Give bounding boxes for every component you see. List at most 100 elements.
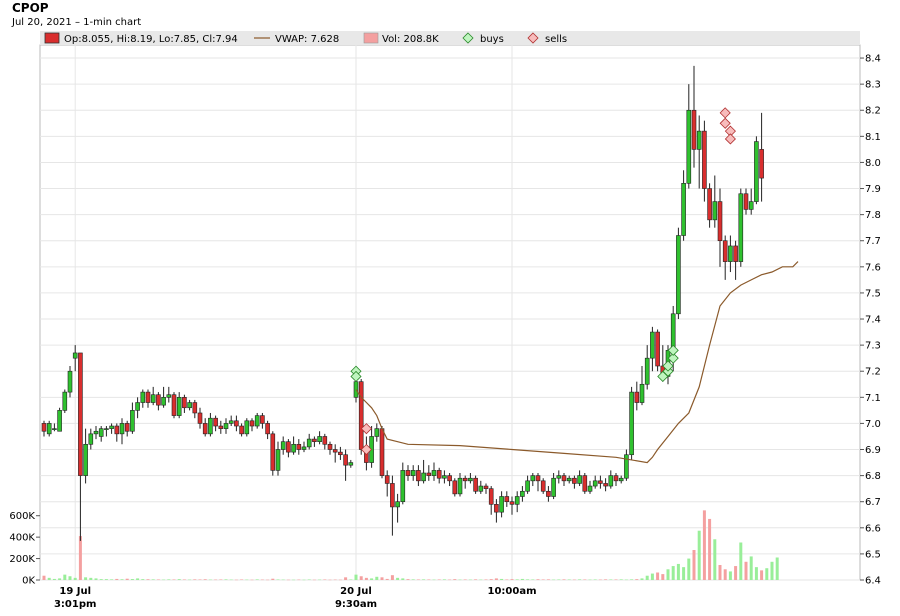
candle-body	[62, 391, 68, 411]
candle-body	[291, 443, 296, 453]
candle	[270, 431, 276, 476]
volume-bar	[614, 579, 618, 580]
candle-body	[457, 477, 463, 495]
price-tick-label: 7.1	[865, 393, 881, 404]
candle-body	[390, 483, 395, 508]
candle-body	[332, 449, 338, 453]
candle	[244, 418, 250, 437]
price-tick-label: 8.4	[865, 54, 881, 65]
candle-body	[265, 423, 270, 435]
legend-ohlc: Op:8.055, Hi:8.19, Lo:7.85, Cl:7.94	[64, 34, 238, 45]
price-tick-label: 6.4	[865, 576, 881, 587]
legend: Op:8.055, Hi:8.19, Lo:7.85, Cl:7.94 VWAP…	[40, 31, 860, 45]
volume-bar	[276, 579, 280, 580]
volume-bar	[396, 577, 400, 580]
volume-bar	[463, 579, 467, 580]
volume-bar	[713, 539, 717, 580]
candle-body	[171, 394, 177, 416]
volume-bar	[687, 558, 691, 580]
candle-body	[296, 443, 302, 450]
volume-bar	[489, 579, 493, 580]
candle-body	[353, 381, 359, 398]
volume-bar	[749, 556, 753, 580]
volume-bar	[47, 577, 51, 580]
time-label: 9:30am	[335, 599, 377, 610]
volume-bar	[411, 579, 415, 580]
candle-body	[686, 109, 692, 184]
volume-tick-label: 600K	[9, 511, 35, 522]
volume-bar	[416, 579, 420, 580]
candle-body	[436, 470, 442, 479]
candle-body	[478, 485, 484, 492]
volume-bar	[281, 579, 285, 581]
stock-chart[interactable]: 6.4 6.5 6.6 6.7 6.8 6.9 7.0 7.1 7.2 7.3 7.4 7.5 7.6 7…	[0, 0, 900, 616]
candle-body	[83, 443, 88, 476]
volume-bar	[344, 577, 348, 580]
candle	[629, 386, 634, 460]
candle-body	[488, 488, 494, 505]
legend-buys: buys	[480, 34, 504, 45]
candle-body	[468, 477, 473, 482]
volume-bar	[531, 579, 535, 580]
volume-bar	[702, 510, 706, 580]
volume-bar	[359, 576, 363, 580]
candle-body	[348, 462, 354, 466]
candle-body	[244, 420, 250, 435]
volume-bar	[661, 574, 665, 580]
price-tick-label: 6.8	[865, 471, 881, 482]
volume-bar	[562, 579, 566, 580]
volume-bar	[583, 579, 587, 580]
candle-body	[728, 245, 733, 262]
price-tick-label: 7.6	[865, 262, 881, 273]
volume-bar	[338, 579, 342, 581]
candle-body	[156, 394, 161, 406]
candle-body	[759, 149, 764, 179]
candle-body	[358, 381, 364, 450]
candle-body	[556, 475, 562, 479]
candle-body	[416, 470, 421, 482]
volume-bar	[635, 579, 639, 580]
volume-bar	[474, 579, 478, 580]
candle-body	[494, 504, 499, 513]
candle-body	[218, 425, 224, 429]
candle-body	[748, 201, 754, 210]
volume-bar	[484, 579, 488, 580]
volume-bar	[380, 577, 384, 580]
candle-body	[447, 475, 452, 482]
volume-bar	[744, 561, 748, 580]
volume-bar	[104, 579, 108, 580]
volume-bar	[682, 567, 686, 580]
volume-bar	[624, 579, 628, 581]
volume-bar	[146, 579, 150, 580]
candle-body	[166, 394, 172, 398]
candle-body	[712, 201, 718, 221]
candle-body	[384, 475, 390, 484]
candle-body	[124, 423, 130, 432]
volume-bar	[770, 561, 774, 580]
volume-bar	[266, 579, 270, 581]
candle	[62, 389, 68, 413]
candle-body	[234, 420, 239, 427]
volume-bar	[234, 579, 238, 581]
volume-bar	[286, 579, 290, 581]
volume-bar	[432, 579, 436, 581]
volume-bar	[718, 565, 722, 580]
volume-bar	[354, 574, 358, 580]
volume-bar	[214, 579, 218, 581]
candle-body	[462, 477, 468, 482]
volume-bar	[162, 579, 166, 581]
candle-body	[743, 193, 749, 210]
candle-body	[442, 475, 447, 479]
candle-body	[223, 423, 229, 429]
candle	[452, 478, 458, 497]
volume-bar	[151, 579, 155, 580]
candle-body	[733, 245, 738, 262]
candle-body	[452, 480, 458, 495]
volume-bar	[510, 579, 514, 580]
candle-body	[202, 423, 208, 435]
candle-body	[78, 352, 83, 476]
time-label: 19 Jul	[59, 586, 91, 597]
volume-bar	[765, 568, 769, 580]
candle-body	[504, 496, 510, 503]
candle-body	[254, 415, 260, 427]
